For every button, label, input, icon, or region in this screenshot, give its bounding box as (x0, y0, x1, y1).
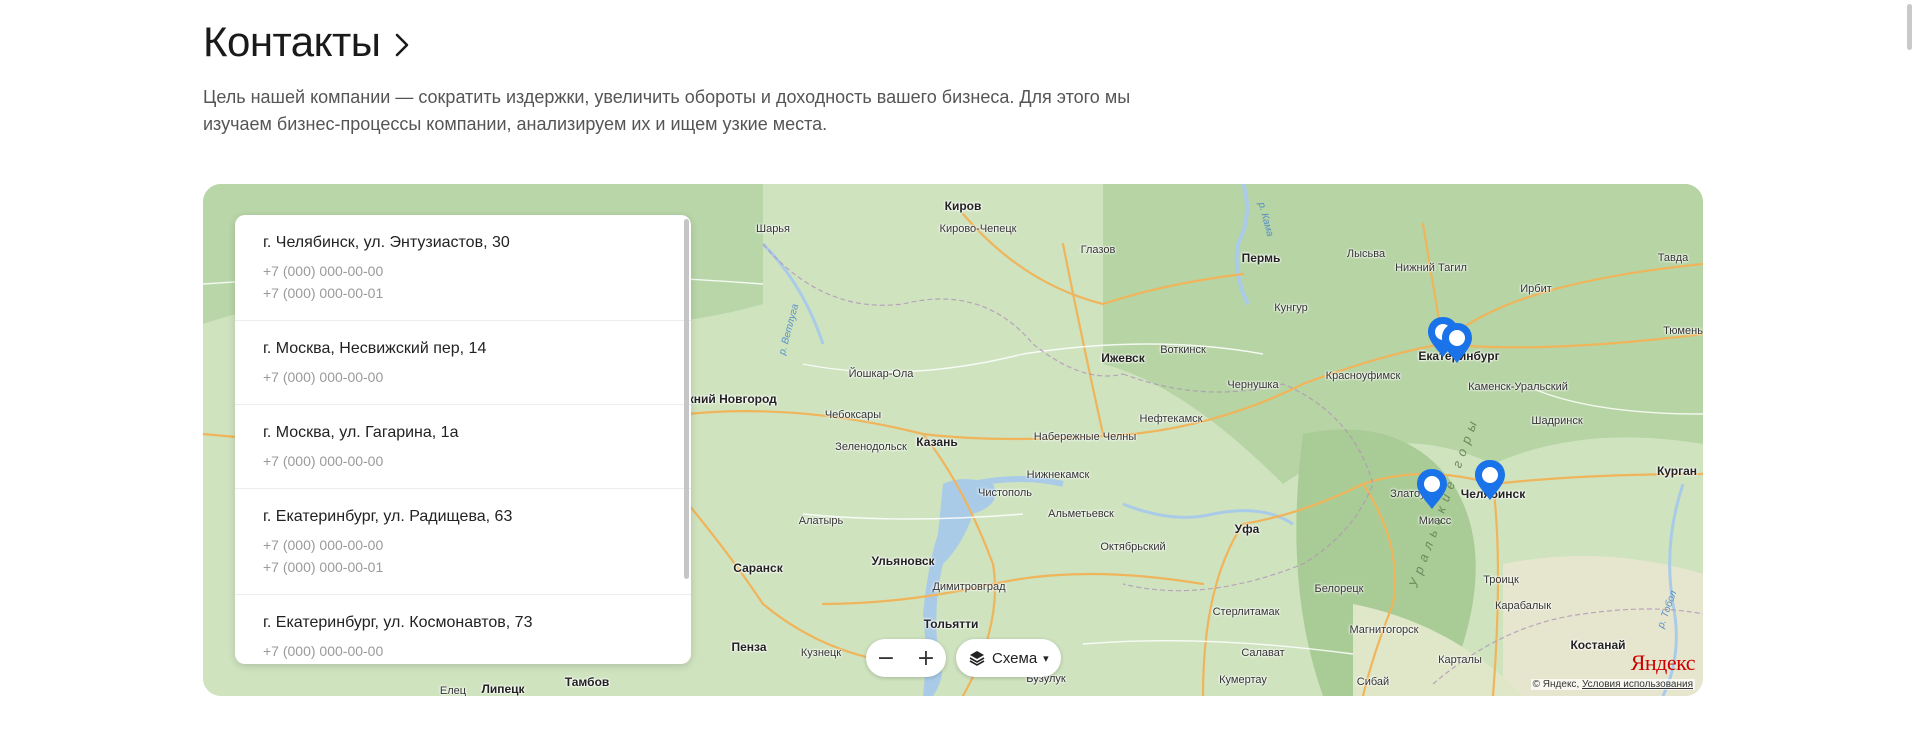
map-copyright: © Яндекс, Условия использования (1530, 679, 1695, 690)
zoom-in-button[interactable]: + (906, 639, 946, 677)
address-text: г. Екатеринбург, ул. Радищева, 63 (263, 508, 513, 525)
copyright-text: © Яндекс (1532, 679, 1577, 690)
address-text: г. Москва, ул. Гагарина, 1а (263, 424, 459, 441)
map-city-label: Карабалык (1494, 600, 1552, 612)
map-city-label: Тюмень (1663, 325, 1703, 337)
address-text: г. Екатеринбург, ул. Космонавтов, 73 (263, 614, 533, 631)
map-city-label: Зеленодольск (835, 441, 907, 453)
phone-number[interactable]: +7 (000) 000-00-00 (263, 260, 663, 282)
map-city-label: Кирово-Чепецк (939, 223, 1017, 235)
page-scrollbar[interactable] (1904, 0, 1914, 736)
map-city-label: Саранск (733, 561, 783, 575)
map-city-label: Курган (1656, 464, 1698, 478)
page-scrollbar-thumb[interactable] (1907, 4, 1912, 50)
map-city-label: Воткинск (1160, 344, 1206, 356)
page-description: Цель нашей компании — сократить издержки… (203, 87, 1131, 134)
address-list-item[interactable]: г. Екатеринбург, ул. Космонавтов, 73 +7 … (235, 595, 691, 664)
layers-icon (969, 651, 985, 666)
page-title: Контакты (203, 18, 381, 65)
map-city-label: Октябрьский (1100, 541, 1166, 553)
map-city-label: Карталы (1438, 654, 1482, 666)
map-city-label: Ижевск (1101, 351, 1145, 365)
map-city-label: Кумертау (1219, 674, 1267, 686)
phone-number[interactable]: +7 (000) 000-00-00 (263, 366, 663, 388)
address-text: г. Челябинск, ул. Энтузиастов, 30 (263, 234, 510, 251)
phone-number[interactable]: +7 (000) 000-00-01 (263, 282, 663, 304)
address-list-panel[interactable]: г. Челябинск, ул. Энтузиастов, 30 +7 (00… (235, 215, 691, 664)
zoom-control[interactable]: − + (866, 639, 946, 677)
map-city-label: Димитровград (932, 581, 1006, 593)
map-city-label: Лысьва (1346, 248, 1386, 260)
map-city-label: Елец (439, 685, 467, 696)
map-city-label: Красноуфимск (1325, 370, 1401, 382)
map-city-label: Пермь (1241, 251, 1281, 265)
map-city-label: Тавда (1657, 252, 1689, 264)
map-city-label: Чебоксары (824, 409, 882, 421)
address-list-item[interactable]: г. Москва, ул. Гагарина, 1а +7 (000) 000… (235, 405, 691, 489)
map-city-label: Нижнекамск (1026, 469, 1090, 481)
zoom-out-button[interactable]: − (866, 639, 906, 677)
map-layers-label: Схема (992, 649, 1038, 667)
map-marker-pin-icon[interactable] (1415, 467, 1449, 511)
map-city-label: Шарья (755, 223, 791, 235)
map-marker-pin-icon[interactable] (1473, 458, 1507, 502)
phone-number[interactable]: +7 (000) 000-00-00 (263, 640, 663, 662)
map-city-label: Альметьевск (1048, 508, 1114, 520)
map-city-label: Шадринск (1531, 415, 1583, 427)
terms-of-use-link[interactable]: Условия использования (1582, 679, 1693, 690)
address-list-item[interactable]: г. Москва, Несвижский пер, 14 +7 (000) 0… (235, 321, 691, 405)
map-city-label: Костанай (1570, 638, 1626, 652)
map-city-label: Сибай (1356, 676, 1390, 688)
contacts-heading-link[interactable]: Контакты (203, 16, 410, 68)
phone-number[interactable]: +7 (000) 000-00-00 (263, 450, 663, 472)
map-city-label: Алатырь (798, 515, 844, 527)
map-city-label: Троицк (1483, 574, 1519, 586)
map-city-label: Йошкар-Ола (848, 368, 914, 380)
caret-down-icon: ▾ (1043, 652, 1049, 665)
map-city-label: Казань (916, 435, 958, 449)
map[interactable]: Киров Кирово-Чепецк Шарья Глазов Пермь Л… (203, 184, 1703, 696)
map-city-label: Набережные Челны (1033, 431, 1137, 443)
map-city-label: Стерлитамак (1212, 606, 1280, 618)
map-city-label: Нижний Тагил (1395, 262, 1467, 274)
map-marker-pin-icon[interactable] (1440, 321, 1474, 365)
address-list[interactable]: г. Челябинск, ул. Энтузиастов, 30 +7 (00… (235, 215, 691, 664)
map-city-label: Тамбов (564, 675, 610, 689)
chevron-right-icon (396, 33, 409, 57)
map-city-label: Кузнецк (800, 647, 842, 659)
map-city-label: Ирбит (1520, 283, 1552, 295)
map-city-label: Магнитогорск (1349, 624, 1419, 636)
map-city-label: Салават (1241, 647, 1285, 659)
yandex-logo: Яндекс (1630, 650, 1696, 675)
map-city-label: Чистополь (978, 487, 1032, 499)
map-city-label: Кунгур (1274, 302, 1308, 314)
address-list-item[interactable]: г. Челябинск, ул. Энтузиастов, 30 +7 (00… (235, 215, 691, 321)
map-city-label: Нефтекамск (1139, 413, 1203, 425)
map-layers-button[interactable]: Схема ▾ (956, 639, 1061, 677)
map-city-label: Глазов (1080, 244, 1116, 256)
map-city-label: Киров (944, 199, 982, 213)
map-city-label: Ульяновск (871, 554, 935, 568)
phone-number[interactable]: +7 (000) 000-00-01 (263, 556, 663, 578)
address-text: г. Москва, Несвижский пер, 14 (263, 340, 487, 357)
address-list-scrollbar[interactable] (684, 219, 689, 579)
map-city-label: Липецк (481, 682, 525, 696)
map-city-label: Каменск-Уральский (1468, 381, 1568, 393)
map-city-label: Уфа (1234, 522, 1260, 536)
address-list-item[interactable]: г. Екатеринбург, ул. Радищева, 63 +7 (00… (235, 489, 691, 595)
map-city-label: Белорецк (1314, 583, 1364, 595)
map-city-label: Пенза (731, 640, 767, 654)
map-city-label: Чернушка (1227, 379, 1279, 391)
phone-number[interactable]: +7 (000) 000-00-00 (263, 534, 663, 556)
map-city-label: Тольятти (923, 617, 979, 631)
